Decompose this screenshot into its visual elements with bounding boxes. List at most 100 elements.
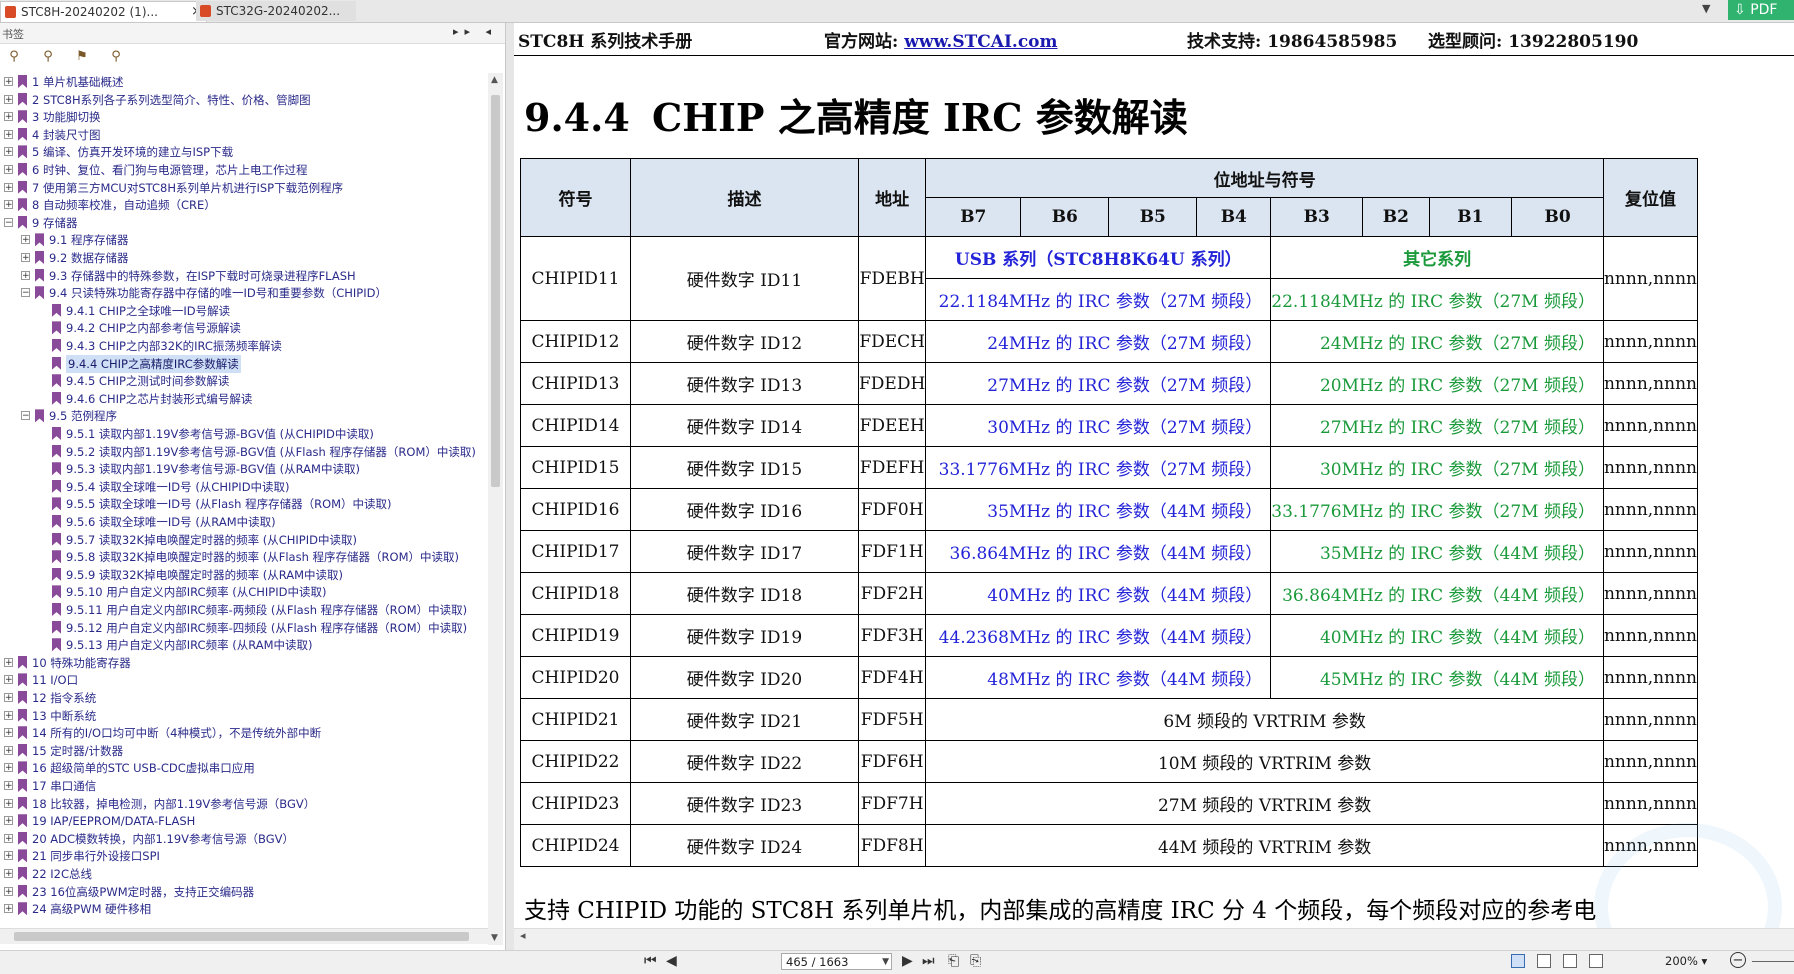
previous-page-icon[interactable]: ◀ bbox=[666, 953, 677, 969]
expand-node-icon[interactable]: + bbox=[4, 816, 13, 826]
expand-node-icon[interactable]: + bbox=[4, 182, 13, 192]
bookmark-icon bbox=[18, 814, 27, 828]
collapse-bookmarks-icon[interactable]: ⚲ bbox=[40, 49, 56, 65]
table-row: CHIPID23 硬件数字 ID23 FDF7H 27M 频段的 VRTRIM 参数 n… bbox=[520, 782, 1698, 825]
expand-node-icon[interactable]: + bbox=[4, 781, 13, 791]
cell-reset: nnnn,nnnn bbox=[1602, 698, 1698, 741]
facing-view-icon[interactable] bbox=[1563, 954, 1577, 968]
collapse-node-icon[interactable]: − bbox=[21, 288, 30, 298]
zoom-out-icon[interactable]: − bbox=[1730, 952, 1746, 968]
expand-node-icon[interactable]: + bbox=[4, 798, 13, 808]
expand-node-icon[interactable]: + bbox=[4, 869, 13, 879]
continuous-view-icon[interactable] bbox=[1537, 954, 1551, 968]
cell-usb-param: 48MHz 的 IRC 参数（44M 频段） bbox=[925, 656, 1272, 699]
cell-symbol: CHIPID12 bbox=[520, 320, 631, 363]
zoom-level[interactable]: 200% ▾ bbox=[1665, 954, 1707, 968]
cell-description: 硬件数字 ID13 bbox=[630, 362, 859, 405]
register-table: 符号 描述 地址 位地址与符号 复位值 B7 B6 B5 B4 B3 B2 B1… bbox=[520, 158, 1698, 867]
bookmark-icon bbox=[52, 339, 61, 352]
scroll-left-icon[interactable]: ◂ bbox=[520, 929, 526, 942]
cell-description: 硬件数字 ID16 bbox=[630, 488, 859, 531]
expand-node-icon[interactable]: + bbox=[4, 657, 13, 667]
collapse-node-icon[interactable]: − bbox=[4, 217, 13, 227]
bookmark-label: 16 超级简单的STC USB-CDC虚拟串口应用 bbox=[32, 761, 255, 776]
bookmark-icon bbox=[52, 550, 61, 564]
bookmark-icon bbox=[52, 585, 61, 599]
panel-collapse-controls[interactable]: ▸▸ ◂ bbox=[453, 25, 497, 38]
header-bit: B5 bbox=[1108, 197, 1198, 237]
expand-node-icon[interactable]: + bbox=[4, 129, 13, 139]
cell-other-param: 22.1184MHz 的 IRC 参数（27M 频段） bbox=[1270, 278, 1604, 321]
bookmarks-vertical-scrollbar[interactable]: ▲ ▼ bbox=[488, 73, 503, 945]
expand-node-icon[interactable]: + bbox=[4, 710, 13, 720]
forward-view-icon[interactable]: ⎘ bbox=[970, 953, 981, 969]
bookmark-label: 20 ADC模数转换，内部1.19V参考信号源（BGV） bbox=[32, 831, 294, 846]
cell-address: FDF2H bbox=[857, 572, 927, 615]
bookmark-label: 24 高级PWM 硬件移相 bbox=[32, 902, 152, 917]
expand-node-icon[interactable]: + bbox=[4, 94, 13, 104]
scroll-down-icon[interactable]: ▼ bbox=[491, 933, 498, 943]
back-view-icon[interactable]: ⎗ bbox=[948, 953, 959, 969]
expand-node-icon[interactable]: + bbox=[4, 77, 13, 87]
bookmark-icon bbox=[52, 620, 61, 634]
bookmark-icon bbox=[18, 215, 27, 229]
next-page-icon[interactable]: ▶ bbox=[902, 953, 913, 969]
single-page-view-icon[interactable] bbox=[1511, 954, 1525, 968]
expand-node-icon[interactable]: + bbox=[21, 235, 30, 245]
expand-node-icon[interactable]: + bbox=[21, 253, 30, 263]
last-page-icon[interactable]: ⏭ bbox=[922, 953, 935, 969]
expand-node-icon[interactable]: + bbox=[4, 112, 13, 122]
expand-node-icon[interactable]: + bbox=[4, 675, 13, 685]
table-row: CHIPID19 硬件数字 ID19 FDF3H 44.2368MHz 的 IRC 参… bbox=[520, 614, 1698, 657]
panel-splitter[interactable] bbox=[506, 23, 514, 950]
expand-node-icon[interactable]: + bbox=[4, 851, 13, 861]
collapse-node-icon[interactable]: − bbox=[21, 411, 30, 421]
scroll-thumb[interactable] bbox=[491, 95, 500, 487]
expand-node-icon[interactable]: + bbox=[4, 147, 13, 157]
expand-node-icon[interactable]: + bbox=[4, 833, 13, 843]
bookmarks-horizontal-scrollbar[interactable] bbox=[0, 928, 488, 944]
tab-stc32g[interactable]: STC32G-20240202... bbox=[196, 1, 356, 21]
find-bookmark-icon[interactable]: ⚲ bbox=[108, 49, 124, 65]
pdf-badge[interactable]: ⇩ PDF bbox=[1728, 0, 1794, 20]
scroll-up-icon[interactable]: ▲ bbox=[491, 75, 498, 85]
bookmark-label: 9.1 程序存储器 bbox=[49, 233, 129, 248]
bookmark-label: 3 功能脚切换 bbox=[32, 110, 101, 125]
scroll-thumb[interactable] bbox=[14, 932, 469, 941]
expand-node-icon[interactable]: + bbox=[4, 763, 13, 773]
tab-stc8h[interactable]: STC8H-20240202 (1)... × bbox=[0, 1, 207, 22]
cell-other-param: 45MHz 的 IRC 参数（44M 频段） bbox=[1270, 656, 1604, 699]
add-bookmark-icon[interactable]: ⚑ bbox=[74, 49, 90, 65]
expand-node-icon[interactable]: + bbox=[4, 165, 13, 175]
website-link[interactable]: www.STCAI.com bbox=[904, 32, 1057, 52]
cell-symbol: CHIPID21 bbox=[520, 698, 631, 741]
cell-symbol: CHIPID17 bbox=[520, 530, 631, 573]
bookmark-icon bbox=[18, 796, 27, 810]
expand-node-icon[interactable]: + bbox=[4, 728, 13, 738]
tab-list-dropdown-icon[interactable]: ▼ bbox=[1702, 2, 1710, 15]
expand-node-icon[interactable]: + bbox=[21, 270, 30, 280]
cell-description: 硬件数字 ID17 bbox=[630, 530, 859, 573]
expand-node-icon[interactable]: + bbox=[4, 904, 13, 914]
expand-node-icon[interactable]: + bbox=[4, 886, 13, 896]
cell-description: 硬件数字 ID24 bbox=[630, 824, 859, 867]
page-number-field[interactable]: 465 / 1663 ▼ bbox=[781, 953, 892, 970]
expand-node-icon[interactable]: + bbox=[4, 200, 13, 210]
expand-node-icon[interactable]: + bbox=[4, 745, 13, 755]
zoom-slider[interactable] bbox=[1752, 961, 1794, 962]
bookmark-icon bbox=[52, 356, 61, 370]
expand-node-icon[interactable]: + bbox=[4, 693, 13, 703]
page-dropdown-icon[interactable]: ▼ bbox=[882, 954, 889, 971]
table-row: CHIPID14 硬件数字 ID14 FDEEH 30MHz 的 IRC 参数（27M… bbox=[520, 404, 1698, 447]
first-page-icon[interactable]: ⏮ bbox=[644, 953, 657, 969]
header-description: 描述 bbox=[630, 158, 859, 237]
continuous-facing-view-icon[interactable] bbox=[1589, 954, 1603, 968]
cell-reset: nnnn,nnnn bbox=[1602, 530, 1698, 573]
bookmark-label: 9.5.6 读取全球唯一ID号 (从RAM中读取) bbox=[66, 515, 276, 529]
expand-bookmarks-icon[interactable]: ⚲ bbox=[6, 49, 22, 65]
bookmark-icon bbox=[52, 603, 61, 616]
bookmark-label: 10 特殊功能寄存器 bbox=[32, 655, 131, 670]
cell-description: 硬件数字 ID14 bbox=[630, 404, 859, 447]
bookmark-label: 9.5 范例程序 bbox=[49, 409, 117, 424]
document-horizontal-scrollbar[interactable]: ◂ bbox=[514, 928, 1794, 945]
